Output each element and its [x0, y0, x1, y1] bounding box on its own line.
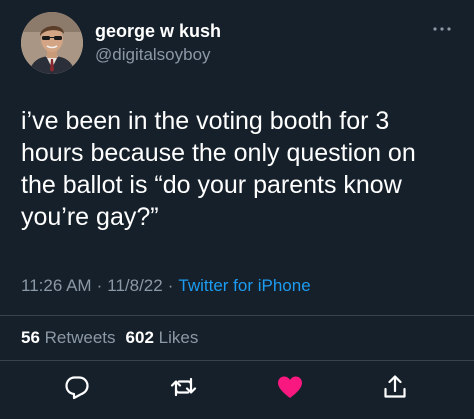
reply-icon[interactable]	[63, 373, 91, 401]
tweet-text-line: hours because the only question on	[21, 139, 416, 167]
display-name[interactable]: george w kush	[95, 21, 221, 42]
more-options-icon[interactable]	[432, 20, 452, 31]
user-handle[interactable]: @digitalsoyboy	[95, 45, 211, 65]
share-icon[interactable]	[381, 373, 409, 401]
tweet-text-line: the ballot is “do your parents know	[21, 171, 402, 199]
tweet-metadata: 11:26 AM · 11/8/22 · Twitter for iPhone	[21, 276, 311, 296]
divider	[0, 315, 474, 316]
separator-dot: ·	[96, 276, 103, 295]
avatar[interactable]	[21, 12, 83, 74]
tweet-text-line: you’re gay?”	[21, 203, 159, 231]
tweet-date[interactable]: 11/8/22	[107, 276, 162, 295]
retweets-stat[interactable]: 56 Retweets	[21, 328, 116, 347]
retweets-count: 56	[21, 328, 40, 347]
separator-dot: ·	[167, 276, 174, 295]
heart-icon[interactable]	[276, 373, 304, 401]
likes-count: 602	[125, 328, 154, 347]
avatar-photo-icon	[21, 12, 83, 74]
retweets-label: Retweets	[44, 328, 116, 347]
tweet-source-link[interactable]: Twitter for iPhone	[178, 276, 310, 295]
divider	[0, 360, 474, 361]
engagement-stats: 56 Retweets 602 Likes	[21, 328, 198, 348]
tweet-time[interactable]: 11:26 AM	[21, 276, 92, 295]
tweet-text-line: i’ve been in the voting booth for 3	[21, 107, 390, 135]
tweet-card: george w kush @digitalsoyboy i’ve been i…	[0, 0, 474, 419]
retweet-icon[interactable]	[170, 373, 198, 401]
likes-stat[interactable]: 602 Likes	[126, 328, 199, 347]
likes-label: Likes	[158, 328, 199, 347]
tweet-text: i’ve been in the voting booth for 3 hour…	[21, 105, 461, 233]
